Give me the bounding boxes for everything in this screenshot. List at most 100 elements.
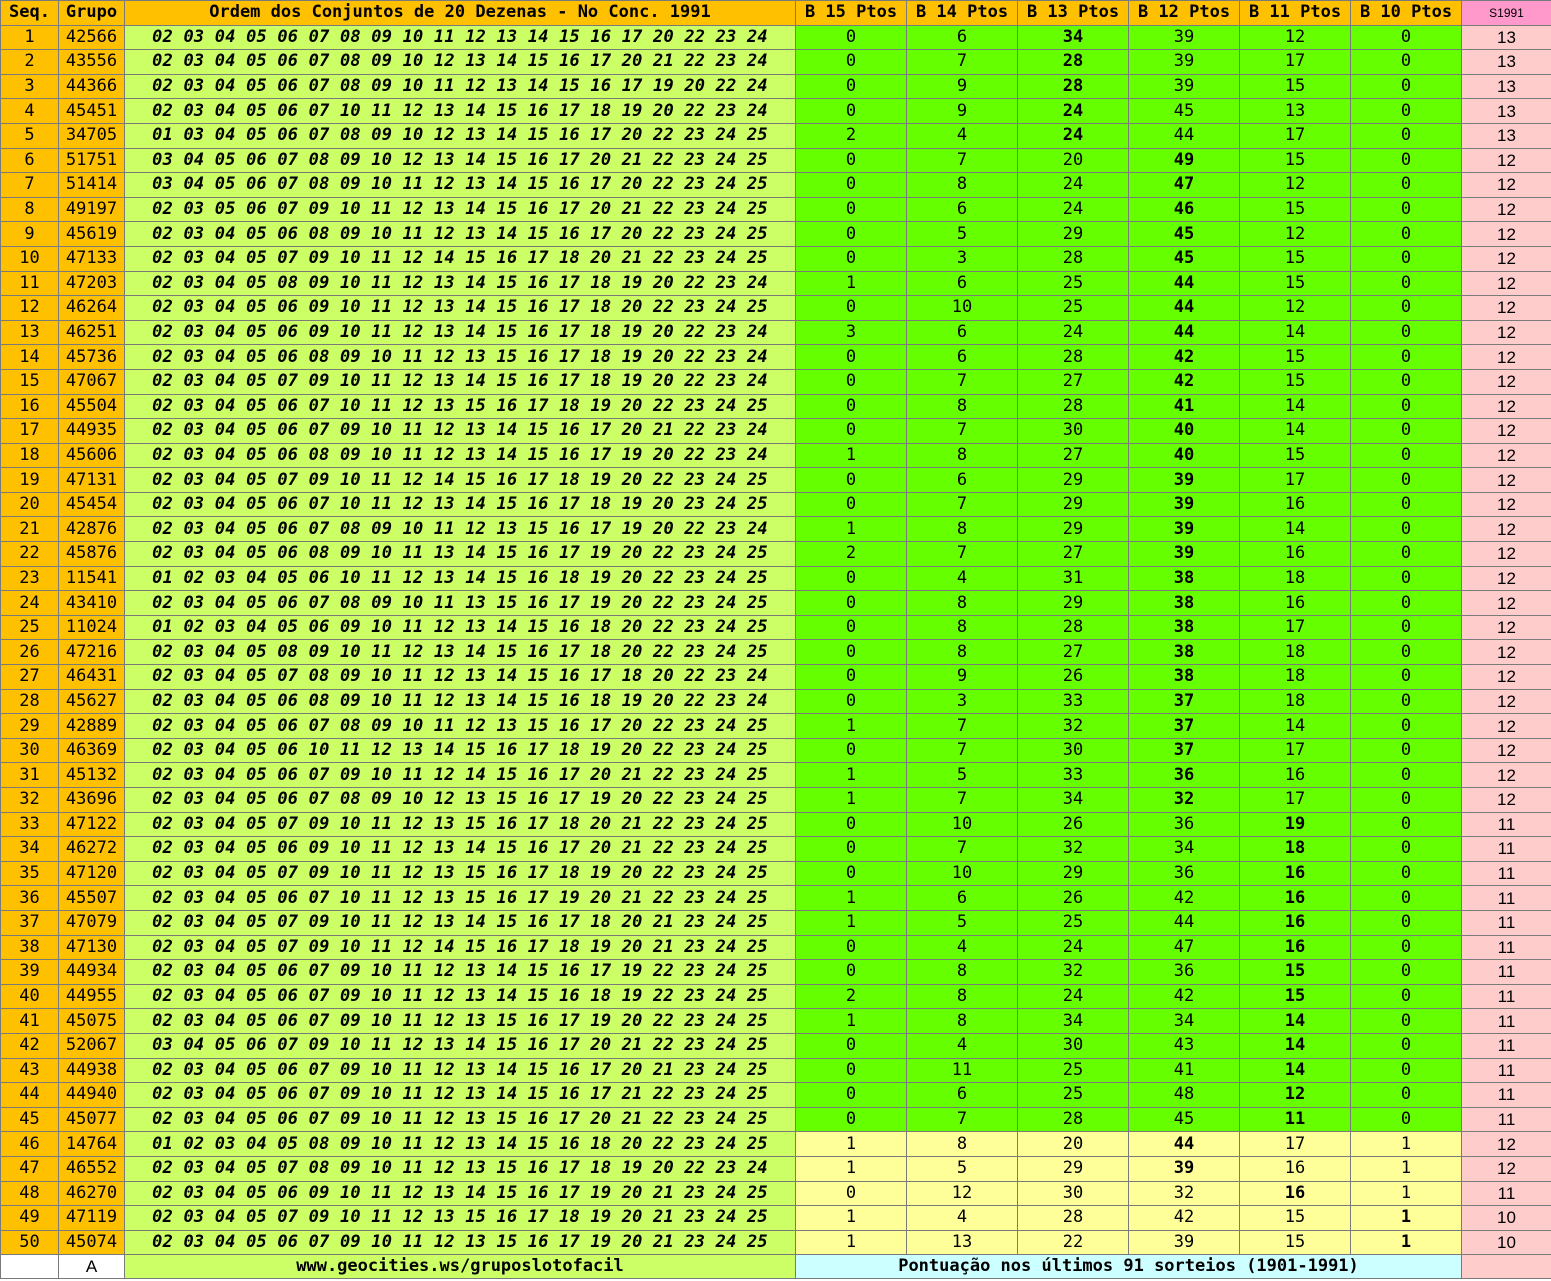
b11-cell: 11: [1239, 1106, 1351, 1133]
b11-cell: 15: [1239, 442, 1351, 469]
b13-cell: 28: [1017, 49, 1129, 75]
side-cell: 12: [1461, 590, 1551, 616]
grupo-cell: 45077: [58, 1106, 125, 1133]
b15-cell: 2: [795, 983, 907, 1010]
b13-cell: 28: [1017, 393, 1129, 420]
grupo-cell: 42876: [58, 516, 125, 543]
b11-cell: 16: [1239, 909, 1351, 936]
b12-cell: 44: [1128, 909, 1240, 936]
b15-cell: 1: [795, 1008, 907, 1034]
header-ordem: Ordem dos Conjuntos de 20 Dezenas - No C…: [124, 0, 796, 26]
b10-cell: 0: [1350, 49, 1462, 75]
table-row: 22 45876 02 03 04 05 06 08 09 10 11 13 14 …: [0, 541, 1551, 567]
header-side: S1991: [1461, 0, 1551, 26]
header-b15: B 15 Ptos: [795, 0, 907, 26]
grupo-cell: 42566: [58, 24, 125, 51]
b10-cell: 0: [1350, 565, 1462, 592]
b14-cell: 9: [906, 664, 1018, 690]
b12-cell: 37: [1128, 688, 1240, 715]
b10-cell: 0: [1350, 393, 1462, 420]
b10-cell: 0: [1350, 614, 1462, 641]
side-cell: 12: [1461, 713, 1551, 739]
side-cell: 12: [1461, 270, 1551, 297]
numbers-cell: 02 03 04 05 06 07 09 10 11 12 13 15 16 1…: [124, 1106, 796, 1133]
b11-cell: 17: [1239, 1131, 1351, 1157]
footer-link[interactable]: www.geocities.ws/gruposlotofacil: [124, 1254, 796, 1280]
numbers-cell: 02 03 04 05 07 09 10 11 12 13 14 15 16 1…: [124, 368, 796, 395]
numbers-cell: 02 03 04 05 07 09 10 11 12 14 15 16 17 1…: [124, 467, 796, 493]
numbers-cell: 02 03 04 05 06 08 09 10 11 12 13 14 15 1…: [124, 688, 796, 715]
table-row: 36 45507 02 03 04 05 06 07 10 11 12 13 15 …: [0, 885, 1551, 911]
b14-cell: 4: [906, 1032, 1018, 1059]
b14-cell: 6: [906, 467, 1018, 493]
side-cell: 11: [1461, 934, 1551, 961]
b15-cell: 0: [795, 1057, 907, 1084]
b12-cell: 36: [1128, 762, 1240, 788]
b12-cell: 32: [1128, 1180, 1240, 1207]
table-row: 3 44366 02 03 04 05 06 07 08 09 10 11 12 1…: [0, 73, 1551, 100]
b11-cell: 17: [1239, 737, 1351, 764]
numbers-cell: 03 04 05 06 07 08 09 10 12 13 14 15 16 1…: [124, 147, 796, 174]
b15-cell: 1: [795, 270, 907, 297]
b14-cell: 12: [906, 1180, 1018, 1207]
b11-cell: 12: [1239, 295, 1351, 321]
b11-cell: 14: [1239, 319, 1351, 346]
table-row: 9 45619 02 03 04 05 06 08 09 10 11 12 13 1…: [0, 221, 1551, 247]
b10-cell: 0: [1350, 836, 1462, 862]
b13-cell: 33: [1017, 688, 1129, 715]
side-cell: 12: [1461, 147, 1551, 174]
b11-cell: 15: [1239, 196, 1351, 223]
b10-cell: 0: [1350, 787, 1462, 813]
b15-cell: 2: [795, 122, 907, 149]
b11-cell: 17: [1239, 787, 1351, 813]
numbers-cell: 02 03 04 05 06 07 08 09 10 11 12 13 15 1…: [124, 516, 796, 543]
side-cell: 12: [1461, 172, 1551, 198]
grupo-cell: 45132: [58, 762, 125, 788]
b11-cell: 16: [1239, 491, 1351, 518]
b13-cell: 30: [1017, 737, 1129, 764]
b15-cell: 1: [795, 787, 907, 813]
side-cell: 11: [1461, 1032, 1551, 1059]
b14-cell: 10: [906, 860, 1018, 887]
seq-cell: 28: [0, 688, 59, 715]
b11-cell: 14: [1239, 1057, 1351, 1084]
b11-cell: 15: [1239, 1229, 1351, 1256]
b12-cell: 39: [1128, 516, 1240, 543]
b14-cell: 6: [906, 885, 1018, 911]
table-row: 11 47203 02 03 04 05 08 09 10 11 12 13 14 …: [0, 270, 1551, 297]
b14-cell: 7: [906, 491, 1018, 518]
b15-cell: 0: [795, 959, 907, 985]
seq-cell: 11: [0, 270, 59, 297]
b12-cell: 39: [1128, 1155, 1240, 1182]
b12-cell: 41: [1128, 1057, 1240, 1084]
b11-cell: 18: [1239, 639, 1351, 666]
b14-cell: 8: [906, 1131, 1018, 1157]
b10-cell: 0: [1350, 295, 1462, 321]
b12-cell: 36: [1128, 860, 1240, 887]
numbers-cell: 01 02 03 04 05 08 09 10 11 12 13 14 15 1…: [124, 1131, 796, 1157]
side-cell: 13: [1461, 98, 1551, 124]
side-cell: 12: [1461, 639, 1551, 666]
footer-row: A www.geocities.ws/gruposlotofacil Pontu…: [0, 1254, 1551, 1280]
b11-cell: 16: [1239, 762, 1351, 788]
seq-cell: 33: [0, 811, 59, 838]
b15-cell: 0: [795, 147, 907, 174]
seq-cell: 37: [0, 909, 59, 936]
b13-cell: 22: [1017, 1229, 1129, 1256]
table-row: 31 45132 02 03 04 05 06 07 09 10 11 12 14 …: [0, 762, 1551, 788]
numbers-cell: 02 03 04 05 06 09 10 11 12 13 14 15 16 1…: [124, 836, 796, 862]
b10-cell: 0: [1350, 368, 1462, 395]
b11-cell: 14: [1239, 393, 1351, 420]
numbers-cell: 02 03 04 05 07 09 10 11 12 13 15 16 17 1…: [124, 811, 796, 838]
numbers-cell: 02 03 04 05 06 07 09 10 11 12 13 14 15 1…: [124, 418, 796, 444]
footer-note: Pontuação nos últimos 91 sorteios (1901-…: [795, 1254, 1462, 1280]
seq-cell: 12: [0, 295, 59, 321]
b14-cell: 8: [906, 590, 1018, 616]
b13-cell: 24: [1017, 934, 1129, 961]
numbers-cell: 02 03 04 05 06 08 09 10 11 12 13 14 15 1…: [124, 221, 796, 247]
grupo-cell: 47120: [58, 860, 125, 887]
b11-cell: 16: [1239, 541, 1351, 567]
b11-cell: 13: [1239, 98, 1351, 124]
b13-cell: 25: [1017, 270, 1129, 297]
seq-cell: 40: [0, 983, 59, 1010]
